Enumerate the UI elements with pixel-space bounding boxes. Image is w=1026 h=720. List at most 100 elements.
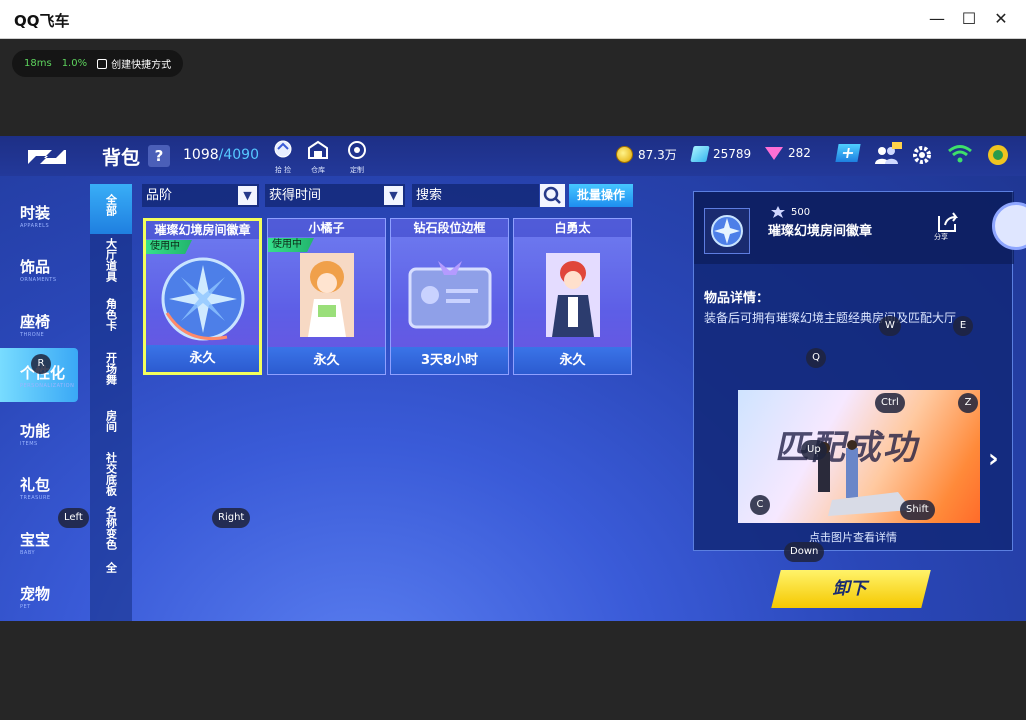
- wifi-signal-icon: [948, 145, 972, 163]
- recharge-button[interactable]: +: [835, 143, 861, 162]
- subtab-name-color[interactable]: 名称变色: [90, 506, 132, 558]
- item-card-baiyongtai[interactable]: 白勇太 永久: [513, 218, 632, 375]
- diamond-balance: 282: [765, 146, 811, 160]
- pickup-button[interactable]: 拾 捡: [270, 139, 296, 175]
- share-icon[interactable]: [936, 210, 960, 234]
- preview-hint: 点击图片查看详情: [809, 531, 897, 544]
- customize-button[interactable]: 定制: [344, 139, 370, 175]
- subtab-social-frame[interactable]: 社交底板: [90, 452, 132, 504]
- capacity-max: /4090: [218, 147, 259, 163]
- item-card-badge[interactable]: 璀璨幻境房间徽章 使用中 永久: [143, 218, 262, 375]
- in-use-tag: 使用中: [268, 238, 314, 252]
- sidebar-item-treasure[interactable]: 礼包 TREASURE: [0, 460, 90, 514]
- subtab-label: 大厅道具: [104, 238, 118, 282]
- item-name: 小橘子: [268, 219, 385, 237]
- avatar[interactable]: [987, 144, 1009, 166]
- key-hint-right: Right: [212, 508, 251, 528]
- key-hint-up: Up: [801, 440, 827, 460]
- category-sidebar: 时装 APPARELS 饰品 ORNAMENTS 座椅 THRONE 个性化 P…: [0, 176, 90, 621]
- time-dropdown[interactable]: 获得时间 ▼: [265, 184, 405, 207]
- star-icon: [771, 206, 785, 218]
- bag-capacity: 1098/4090: [183, 147, 259, 163]
- item-detail-panel: 500 璀璨幻境房间徽章 分享 物品详情： 装备后可拥有璀璨幻境主题经典房间及匹…: [693, 191, 1014, 551]
- minimize-button[interactable]: —: [926, 8, 948, 30]
- next-preview-button[interactable]: ›: [988, 444, 1008, 474]
- item-card-diamond-frame[interactable]: 钻石段位边框 3天8小时: [390, 218, 509, 375]
- sidebar-item-pet[interactable]: 宠物 PET: [0, 569, 90, 621]
- detail-section-label: 物品详情：: [704, 291, 770, 306]
- subtab-opening-dance[interactable]: 开场舞: [90, 352, 132, 398]
- search-placeholder: 搜索: [416, 188, 443, 203]
- pickup-icon: [274, 140, 292, 158]
- sidebar-item-sublabel: PERSONALIZATION: [20, 383, 75, 389]
- shortcut-icon: [97, 58, 108, 69]
- game-logo-icon: [28, 150, 66, 164]
- character-portrait-icon: [545, 253, 600, 337]
- item-duration: 永久: [146, 345, 259, 372]
- capacity-used: 1098: [183, 147, 219, 163]
- grade-dropdown-label: 品阶: [146, 188, 173, 203]
- subtab-label: 开场舞: [104, 352, 118, 385]
- batch-operation-button[interactable]: 批量操作: [569, 184, 633, 207]
- sidebar-item-sublabel: BABY: [20, 550, 36, 556]
- sidebar-item-sublabel: ITEMS: [20, 441, 38, 447]
- diamond-icon: [765, 146, 783, 160]
- search-input[interactable]: 搜索: [412, 184, 539, 207]
- customize-icon: [348, 141, 366, 159]
- warehouse-label: 仓库: [311, 166, 325, 174]
- subtab-all[interactable]: 全部: [90, 184, 132, 234]
- detail-header: 500 璀璨幻境房间徽章 分享: [694, 192, 1014, 264]
- settings-gear-icon[interactable]: [911, 144, 933, 166]
- subtab-lobby-props[interactable]: 大厅道具: [90, 238, 132, 294]
- subtab-room[interactable]: 房间: [90, 410, 132, 442]
- create-shortcut-label: 创建快捷方式: [111, 60, 172, 71]
- key-hint-w: W: [879, 316, 901, 336]
- sidebar-item-apparels[interactable]: 时装 APPARELS: [0, 188, 90, 242]
- key-hint-z: Z: [958, 393, 978, 413]
- sidebar-item-items[interactable]: 功能 ITEMS: [0, 406, 90, 460]
- coupon-icon: [690, 146, 710, 162]
- customize-label: 定制: [350, 166, 364, 174]
- detail-description: 装备后可拥有璀璨幻境主题经典房间及匹配大厅: [704, 311, 957, 325]
- close-button[interactable]: ✕: [990, 8, 1012, 30]
- grade-dropdown[interactable]: 品阶 ▼: [142, 184, 259, 207]
- subtab-label: 房间: [104, 410, 118, 432]
- sidebar-item-sublabel: APPARELS: [20, 223, 50, 229]
- warehouse-button[interactable]: 仓库: [305, 139, 331, 175]
- sidebar-item-label: 饰品: [20, 258, 51, 276]
- sidebar-item-label: 座椅: [20, 313, 51, 331]
- item-card-xiaojuzi[interactable]: 小橘子 使用中 永久: [267, 218, 386, 375]
- preview-image[interactable]: 匹配成功: [738, 390, 980, 523]
- subtab-role-card[interactable]: 角色卡: [90, 298, 132, 344]
- friends-icon[interactable]: [874, 142, 902, 166]
- sidebar-item-ornaments[interactable]: 饰品 ORNAMENTS: [0, 242, 90, 296]
- subcategory-tabs: 全部 大厅道具 角色卡 开场舞 房间 社交底板 名称变色 全: [90, 184, 132, 621]
- sidebar-item-sublabel: THRONE: [20, 332, 45, 338]
- sidebar-item-label: 礼包: [20, 476, 51, 494]
- item-count-value: 500: [791, 206, 811, 218]
- help-button[interactable]: ?: [148, 145, 170, 167]
- window-titlebar: QQ飞车 — ☐ ✕: [0, 0, 1026, 39]
- page-title: 背包: [102, 147, 141, 169]
- item-duration: 永久: [514, 347, 631, 374]
- detail-item-title: 璀璨幻境房间徽章: [768, 224, 873, 239]
- profile-frame-icon: [408, 261, 491, 329]
- sidebar-item-throne[interactable]: 座椅 THRONE: [0, 297, 90, 351]
- item-duration: 永久: [268, 347, 385, 374]
- share-label: 分享: [934, 233, 948, 241]
- coin-balance: 87.3万: [616, 146, 677, 163]
- create-shortcut-button[interactable]: 创建快捷方式: [97, 56, 171, 71]
- subtab-label: 名称变色: [104, 506, 118, 550]
- search-button[interactable]: [540, 184, 565, 207]
- coin-icon: [616, 146, 633, 163]
- key-hint-down: Down: [784, 542, 825, 562]
- maximize-button[interactable]: ☐: [958, 8, 980, 30]
- subtab-more[interactable]: 全: [90, 562, 132, 582]
- character-portrait-icon: [299, 253, 354, 337]
- packet-loss-value: 1.0%: [61, 58, 88, 69]
- key-hint-left: Left: [58, 508, 89, 528]
- sidebar-item-label: 时装: [20, 204, 51, 222]
- unequip-button[interactable]: 卸下: [771, 570, 931, 608]
- coupon-balance: 25789: [690, 146, 751, 162]
- warehouse-icon: [308, 140, 328, 159]
